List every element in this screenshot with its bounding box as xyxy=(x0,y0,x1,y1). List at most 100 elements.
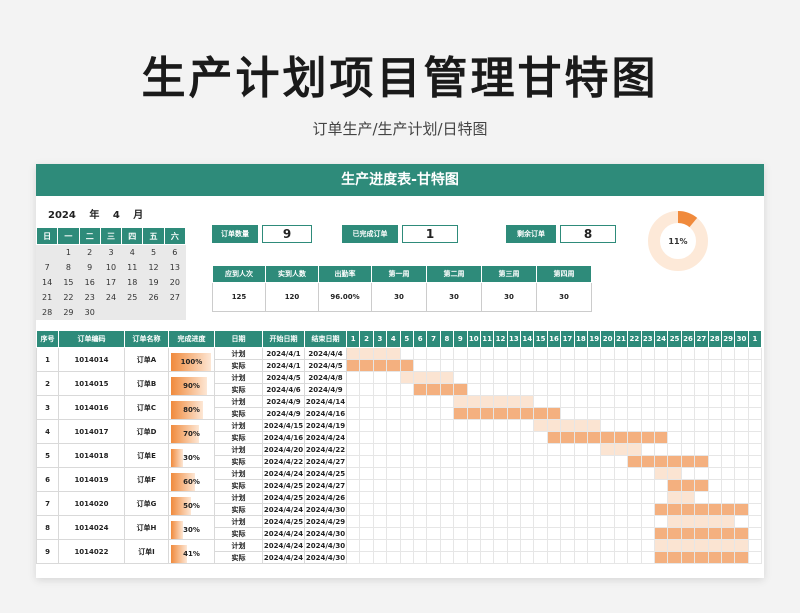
gantt-cell xyxy=(412,407,428,420)
gantt-cell xyxy=(734,347,749,360)
month-value[interactable]: 4 xyxy=(113,210,120,221)
order-code: 1014016 xyxy=(58,395,125,420)
calendar-week: 21 22 23 24 25 26 27 xyxy=(37,290,186,305)
gantt-cell xyxy=(372,431,388,444)
gantt-bar-plan xyxy=(613,443,629,456)
calendar-day[interactable]: 10 xyxy=(100,260,121,275)
calendar-day[interactable]: 5 xyxy=(143,245,164,261)
calendar-day[interactable]: 20 xyxy=(164,275,185,290)
calendar-day[interactable]: 2 xyxy=(79,245,100,261)
gantt-cell xyxy=(426,503,441,516)
row-type-label: 实际 xyxy=(214,551,263,564)
gantt-bar-plan xyxy=(653,539,669,552)
row-type-label: 实际 xyxy=(214,359,263,372)
gantt-day-header: 18 xyxy=(573,330,589,348)
gantt-cell xyxy=(412,467,428,480)
gantt-cell xyxy=(600,419,615,432)
calendar-day[interactable]: 18 xyxy=(122,275,143,290)
calendar-day[interactable]: 9 xyxy=(79,260,100,275)
gantt-cell xyxy=(372,371,388,384)
year-value[interactable]: 2024 xyxy=(48,210,76,221)
gantt-cell xyxy=(546,551,562,564)
gantt-cell xyxy=(627,419,642,432)
gantt-cell xyxy=(747,527,763,540)
calendar-day[interactable]: 1 xyxy=(58,245,79,261)
calendar-day[interactable]: 12 xyxy=(143,260,164,275)
calendar-day[interactable]: 28 xyxy=(37,305,58,320)
row-end-date: 2024/4/24 xyxy=(304,431,347,444)
gantt-cell xyxy=(479,431,495,444)
calendar-day[interactable]: 15 xyxy=(58,275,79,290)
gantt-cell xyxy=(466,371,481,384)
gantt-cell xyxy=(439,479,455,492)
gantt-header: 开始日期 xyxy=(262,330,305,348)
gantt-day-header: 4 xyxy=(386,330,401,348)
calendar-day[interactable]: 27 xyxy=(164,290,185,305)
gantt-day-header: 25 xyxy=(667,330,682,348)
progress-label: 100% xyxy=(180,357,203,366)
calendar-day[interactable]: 29 xyxy=(58,305,79,320)
gantt-cell xyxy=(466,431,481,444)
gantt-cell xyxy=(479,515,495,528)
gantt-bar-actual xyxy=(680,455,696,468)
kpi-done-value: 1 xyxy=(402,225,458,243)
gantt-cell xyxy=(587,383,602,396)
gantt-cell xyxy=(720,347,736,360)
calendar-day[interactable]: 6 xyxy=(164,245,185,261)
gantt-cell xyxy=(640,467,655,480)
calendar-day[interactable]: 23 xyxy=(79,290,100,305)
row-type-label: 计划 xyxy=(214,491,263,504)
calendar-day[interactable]: 8 xyxy=(58,260,79,275)
calendar-day[interactable]: 7 xyxy=(37,260,58,275)
gantt-cell xyxy=(600,503,615,516)
calendar-day[interactable]: 19 xyxy=(143,275,164,290)
calendar: 日一二三四五六 1 2 3 4 5 6 7 8 9 10 11 12 13 14 15 16 17 18 19 20 2… xyxy=(36,227,187,320)
gantt-cell xyxy=(453,419,468,432)
gantt-cell xyxy=(560,527,575,540)
gantt-day-header: 6 xyxy=(412,330,428,348)
gantt-bar-plan xyxy=(694,515,709,528)
calendar-day[interactable]: 17 xyxy=(100,275,121,290)
calendar-day[interactable]: 26 xyxy=(143,290,164,305)
attendance-header: 第四周 xyxy=(536,265,592,283)
calendar-day[interactable]: 14 xyxy=(37,275,58,290)
gantt-cell xyxy=(479,527,495,540)
order-progress: 50% xyxy=(168,491,215,516)
gantt-cell xyxy=(587,443,602,456)
calendar-day[interactable]: 30 xyxy=(79,305,100,320)
gantt-cell xyxy=(399,383,414,396)
gantt-cell xyxy=(560,443,575,456)
gantt-cell xyxy=(560,539,575,552)
gantt-cell xyxy=(520,371,535,384)
gantt-cell xyxy=(453,503,468,516)
row-end-date: 2024/4/4 xyxy=(304,347,347,360)
gantt-cell xyxy=(426,395,441,408)
row-type-label: 计划 xyxy=(214,371,263,384)
calendar-day[interactable]: 3 xyxy=(100,245,121,261)
calendar-day[interactable]: 21 xyxy=(37,290,58,305)
gantt-cell xyxy=(600,407,615,420)
calendar-day[interactable]: 4 xyxy=(122,245,143,261)
gantt-cell xyxy=(520,503,535,516)
progress-label: 90% xyxy=(183,381,200,390)
gantt-cell xyxy=(359,539,374,552)
row-start-date: 2024/4/1 xyxy=(262,347,305,360)
gantt-bar-plan xyxy=(734,539,749,552)
gantt-cell xyxy=(426,539,441,552)
calendar-day[interactable]: 22 xyxy=(58,290,79,305)
calendar-day[interactable]: 16 xyxy=(79,275,100,290)
calendar-day[interactable]: 24 xyxy=(100,290,121,305)
gantt-cell xyxy=(533,431,548,444)
row-start-date: 2024/4/24 xyxy=(262,539,305,552)
gantt-bar-actual xyxy=(453,383,468,396)
calendar-day[interactable]: 25 xyxy=(122,290,143,305)
calendar-day[interactable]: 13 xyxy=(164,260,185,275)
gantt-cell xyxy=(372,479,388,492)
gantt-cell xyxy=(613,347,629,360)
row-end-date: 2024/4/16 xyxy=(304,407,347,420)
gantt-cell xyxy=(627,347,642,360)
progress-label: 30% xyxy=(183,453,200,462)
gantt-bar-actual xyxy=(573,431,589,444)
page-title: 生产计划项目管理甘特图 xyxy=(141,53,659,104)
calendar-day[interactable]: 11 xyxy=(122,260,143,275)
